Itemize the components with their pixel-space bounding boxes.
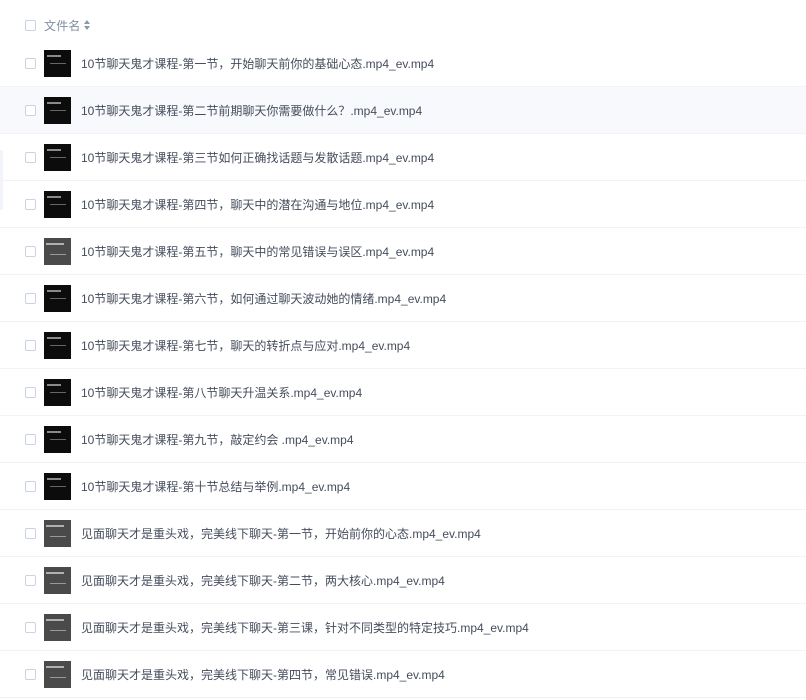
file-name[interactable]: 10节聊天鬼才课程-第二节前期聊天你需要做什么？.mp4_ev.mp4	[81, 102, 422, 119]
file-name[interactable]: 10节聊天鬼才课程-第九节，敲定约会 .mp4_ev.mp4	[81, 431, 354, 448]
file-checkbox[interactable]	[25, 198, 36, 210]
file-checkbox[interactable]	[25, 339, 36, 351]
file-checkbox[interactable]	[25, 480, 36, 492]
file-checkbox[interactable]	[25, 527, 36, 539]
file-name[interactable]: 10节聊天鬼才课程-第六节，如何通过聊天波动她的情绪.mp4_ev.mp4	[81, 290, 446, 307]
file-row[interactable]: 10节聊天鬼才课程-第七节，聊天的转折点与应对.mp4_ev.mp4	[0, 322, 806, 369]
filename-column-header[interactable]: 文件名	[44, 17, 81, 34]
video-thumbnail[interactable]	[44, 472, 71, 500]
file-checkbox[interactable]	[25, 151, 36, 163]
file-name[interactable]: 10节聊天鬼才课程-第八节聊天升温关系.mp4_ev.mp4	[81, 384, 362, 401]
file-name[interactable]: 见面聊天才是重头戏，完美线下聊天-第二节，两大核心.mp4_ev.mp4	[81, 572, 445, 589]
file-name[interactable]: 10节聊天鬼才课程-第三节如何正确找话题与发散话题.mp4_ev.mp4	[81, 149, 434, 166]
file-name[interactable]: 见面聊天才是重头戏，完美线下聊天-第三课，针对不同类型的特定技巧.mp4_ev.…	[81, 619, 529, 636]
video-thumbnail[interactable]	[44, 331, 71, 359]
file-row[interactable]: 10节聊天鬼才课程-第十节总结与举例.mp4_ev.mp4	[0, 463, 806, 510]
video-thumbnail[interactable]	[44, 519, 71, 547]
file-checkbox[interactable]	[25, 104, 36, 116]
file-row[interactable]: 10节聊天鬼才课程-第四节，聊天中的潜在沟通与地位.mp4_ev.mp4	[0, 181, 806, 228]
video-thumbnail[interactable]	[44, 660, 71, 688]
file-name[interactable]: 10节聊天鬼才课程-第五节，聊天中的常见错误与误区.mp4_ev.mp4	[81, 243, 434, 260]
video-thumbnail[interactable]	[44, 143, 71, 171]
file-list: 10节聊天鬼才课程-第一节，开始聊天前你的基础心态.mp4_ev.mp4 10节聊…	[0, 40, 806, 698]
file-row[interactable]: 10节聊天鬼才课程-第三节如何正确找话题与发散话题.mp4_ev.mp4	[0, 134, 806, 181]
file-row[interactable]: 见面聊天才是重头戏，完美线下聊天-第二节，两大核心.mp4_ev.mp4	[0, 557, 806, 604]
file-row[interactable]: 10节聊天鬼才课程-第一节，开始聊天前你的基础心态.mp4_ev.mp4	[0, 40, 806, 87]
file-checkbox[interactable]	[25, 574, 36, 586]
video-thumbnail[interactable]	[44, 566, 71, 594]
video-thumbnail[interactable]	[44, 237, 71, 265]
select-all-checkbox[interactable]	[25, 19, 36, 31]
video-thumbnail[interactable]	[44, 96, 71, 124]
video-thumbnail[interactable]	[44, 378, 71, 406]
file-row[interactable]: 10节聊天鬼才课程-第八节聊天升温关系.mp4_ev.mp4	[0, 369, 806, 416]
video-thumbnail[interactable]	[44, 284, 71, 312]
file-row[interactable]: 10节聊天鬼才课程-第六节，如何通过聊天波动她的情绪.mp4_ev.mp4	[0, 275, 806, 322]
file-row[interactable]: 见面聊天才是重头戏，完美线下聊天-第三课，针对不同类型的特定技巧.mp4_ev.…	[0, 604, 806, 651]
file-checkbox[interactable]	[25, 668, 36, 680]
file-row[interactable]: 10节聊天鬼才课程-第五节，聊天中的常见错误与误区.mp4_ev.mp4	[0, 228, 806, 275]
file-name[interactable]: 10节聊天鬼才课程-第七节，聊天的转折点与应对.mp4_ev.mp4	[81, 337, 410, 354]
file-row[interactable]: 10节聊天鬼才课程-第九节，敲定约会 .mp4_ev.mp4	[0, 416, 806, 463]
file-checkbox[interactable]	[25, 433, 36, 445]
file-checkbox[interactable]	[25, 386, 36, 398]
file-row[interactable]: 见面聊天才是重头戏，完美线下聊天-第四节，常见错误.mp4_ev.mp4	[0, 651, 806, 698]
file-checkbox[interactable]	[25, 245, 36, 257]
file-row[interactable]: 10节聊天鬼才课程-第二节前期聊天你需要做什么？.mp4_ev.mp4	[0, 87, 806, 134]
file-name[interactable]: 10节聊天鬼才课程-第四节，聊天中的潜在沟通与地位.mp4_ev.mp4	[81, 196, 434, 213]
file-checkbox[interactable]	[25, 292, 36, 304]
file-row[interactable]: 见面聊天才是重头戏，完美线下聊天-第一节，开始前你的心态.mp4_ev.mp4	[0, 510, 806, 557]
sort-icon[interactable]	[83, 20, 90, 30]
file-name[interactable]: 10节聊天鬼才课程-第十节总结与举例.mp4_ev.mp4	[81, 478, 350, 495]
file-name[interactable]: 10节聊天鬼才课程-第一节，开始聊天前你的基础心态.mp4_ev.mp4	[81, 55, 434, 72]
file-checkbox[interactable]	[25, 621, 36, 633]
video-thumbnail[interactable]	[44, 49, 71, 77]
video-thumbnail[interactable]	[44, 613, 71, 641]
video-thumbnail[interactable]	[44, 425, 71, 453]
file-name[interactable]: 见面聊天才是重头戏，完美线下聊天-第四节，常见错误.mp4_ev.mp4	[81, 666, 445, 683]
file-checkbox[interactable]	[25, 57, 36, 69]
file-name[interactable]: 见面聊天才是重头戏，完美线下聊天-第一节，开始前你的心态.mp4_ev.mp4	[81, 525, 481, 542]
video-thumbnail[interactable]	[44, 190, 71, 218]
